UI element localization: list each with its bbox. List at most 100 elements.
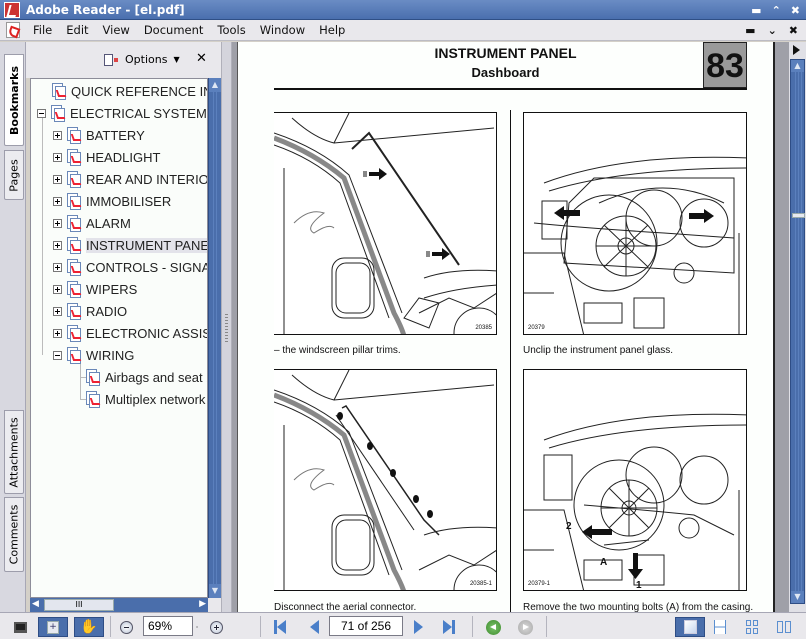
zoom-level-input[interactable]: 69% <box>143 616 193 636</box>
bookmarks-horizontal-scrollbar[interactable]: ◀ III ▶ <box>30 598 208 612</box>
scroll-down-arrow-icon[interactable]: ▼ <box>791 591 804 603</box>
tab-pages[interactable]: Pages <box>4 150 24 200</box>
bookmark-options-icon <box>104 53 118 66</box>
zoom-out-button[interactable] <box>118 617 134 637</box>
panel-splitter[interactable] <box>221 42 232 612</box>
scroll-right-arrow-icon[interactable]: ▶ <box>199 599 206 609</box>
collapse-icon[interactable] <box>37 108 46 118</box>
tab-attachments[interactable]: Attachments <box>4 410 24 494</box>
pdf-bookmark-icon <box>66 324 83 342</box>
menu-edit[interactable]: Edit <box>59 23 95 37</box>
facing-pages-icon <box>777 621 791 633</box>
split-view-play-icon[interactable] <box>793 45 800 55</box>
zoom-in-button[interactable] <box>208 617 224 637</box>
bookmark-item[interactable]: ALARM <box>53 213 131 233</box>
bookmark-item[interactable]: QUICK REFERENCE INDEX <box>51 81 207 101</box>
expand-icon[interactable] <box>53 130 62 140</box>
facing-layout-button[interactable] <box>775 617 793 637</box>
select-tool-button[interactable]: + <box>38 617 68 637</box>
bookmarks-tree: QUICK REFERENCE INDEX ELECTRICAL SYSTEM … <box>30 78 208 598</box>
doc-minimize-button[interactable]: ▬ <box>745 24 755 37</box>
figure-windscreen-pillar: 20385 <box>274 112 497 335</box>
first-page-button[interactable] <box>272 617 288 637</box>
pdf-bookmark-icon <box>51 82 68 100</box>
bookmark-item[interactable]: IMMOBILISER <box>53 191 171 211</box>
collapse-icon[interactable] <box>53 350 62 360</box>
doc-close-button[interactable]: ✖ <box>789 24 798 37</box>
expand-icon[interactable] <box>53 174 62 184</box>
bookmark-item[interactable]: REAR AND INTERIOR <box>53 169 208 189</box>
expand-icon[interactable] <box>53 262 62 272</box>
menu-help[interactable]: Help <box>312 23 352 37</box>
forward-arrow-icon <box>517 619 533 635</box>
hand-tool-button[interactable]: ✋ <box>74 617 104 637</box>
bookmark-item[interactable]: ELECTRICAL SYSTEM <box>37 103 207 123</box>
figure-callout-2: 2 <box>566 521 572 532</box>
scroll-up-arrow-icon[interactable]: ▲ <box>791 60 804 72</box>
tab-comments[interactable]: Comments <box>4 497 24 572</box>
scroll-up-arrow-icon[interactable]: ▲ <box>209 78 221 92</box>
scroll-left-arrow-icon[interactable]: ◀ <box>32 599 39 609</box>
options-menu-button[interactable]: Options ▼ <box>104 53 180 66</box>
bookmark-label: BATTERY <box>86 127 145 143</box>
expand-icon[interactable] <box>53 196 62 206</box>
restore-button[interactable]: ⌃ <box>772 4 781 17</box>
close-panel-button[interactable]: ✕ <box>196 51 207 66</box>
pdf-bookmark-icon <box>66 192 83 210</box>
bookmark-item[interactable]: WIRING <box>53 345 134 365</box>
menu-window[interactable]: Window <box>253 23 312 37</box>
expand-icon[interactable] <box>53 284 62 294</box>
bookmark-item[interactable]: BATTERY <box>53 125 145 145</box>
figure-caption: Remove the two mounting bolts (A) from t… <box>523 602 754 612</box>
bookmark-item[interactable]: RADIO <box>53 301 127 321</box>
bookmark-item[interactable]: WIPERS <box>53 279 137 299</box>
close-window-button[interactable]: ✖ <box>791 4 800 17</box>
expand-icon[interactable] <box>53 328 62 338</box>
tab-pages-label: Pages <box>7 158 21 192</box>
window-title: Adobe Reader - [el.pdf] <box>26 2 185 17</box>
menu-view[interactable]: View <box>96 23 137 37</box>
tab-bookmarks-label: Bookmarks <box>7 65 21 135</box>
bookmark-item[interactable]: Multiplex network <box>85 389 205 409</box>
figure-caption: Unclip the instrument panel glass. <box>523 345 674 356</box>
figure-aerial-connector: 20385-1 <box>274 369 497 591</box>
bookmark-label: REAR AND INTERIOR <box>86 171 208 187</box>
previous-view-button[interactable] <box>484 617 502 637</box>
figure-instrument-panel-glass: 20379 <box>523 112 747 335</box>
single-page-layout-button[interactable] <box>675 617 705 637</box>
bookmark-item[interactable]: CONTROLS - SIGNALS <box>53 257 207 277</box>
page-number-input[interactable]: 71 of 256 <box>329 616 403 636</box>
document-vertical-scrollbar[interactable]: ▲ ▼ <box>789 42 806 612</box>
minimize-button[interactable]: ▬ <box>751 4 761 17</box>
next-page-button[interactable] <box>411 617 425 637</box>
expand-icon[interactable] <box>53 306 62 316</box>
menu-tools[interactable]: Tools <box>210 23 252 37</box>
tab-bookmarks[interactable]: Bookmarks <box>4 54 24 146</box>
bookmark-item[interactable]: HEADLIGHT <box>53 147 160 167</box>
bookmark-item[interactable]: ELECTRONIC ASSISTANCE <box>53 323 207 343</box>
continuous-layout-button[interactable] <box>712 617 728 637</box>
doc-restore-button[interactable]: ⌄ <box>768 24 777 37</box>
expand-icon[interactable] <box>53 240 62 250</box>
zoom-dropdown-button[interactable]: · <box>193 617 201 637</box>
previous-page-button[interactable] <box>307 617 321 637</box>
last-page-button[interactable] <box>441 617 457 637</box>
document-scroll-thumb[interactable] <box>792 213 805 218</box>
monitor-icon <box>13 621 27 633</box>
menu-file[interactable]: File <box>26 23 59 37</box>
full-screen-button[interactable] <box>10 617 30 637</box>
pdf-document-icon[interactable] <box>6 22 20 38</box>
bookmark-label: Airbags and seat belts <box>105 369 207 385</box>
next-view-button[interactable] <box>516 617 534 637</box>
menu-document[interactable]: Document <box>137 23 211 37</box>
scroll-down-arrow-icon[interactable]: ▼ <box>209 584 221 598</box>
title-bar: Adobe Reader - [el.pdf] ▬ ⌃ ✖ <box>0 0 806 20</box>
bookmark-item-selected[interactable]: INSTRUMENT PANEL <box>53 235 207 255</box>
bookmark-label: RADIO <box>86 303 128 319</box>
continuous-facing-layout-button[interactable] <box>744 617 760 637</box>
expand-icon[interactable] <box>53 152 62 162</box>
bookmark-item[interactable]: Airbags and seat belts <box>85 367 207 387</box>
expand-icon[interactable] <box>53 218 62 228</box>
bookmarks-vertical-scrollbar[interactable]: ▲ ▼ <box>208 78 221 598</box>
horizontal-scroll-thumb[interactable]: III <box>44 599 114 611</box>
